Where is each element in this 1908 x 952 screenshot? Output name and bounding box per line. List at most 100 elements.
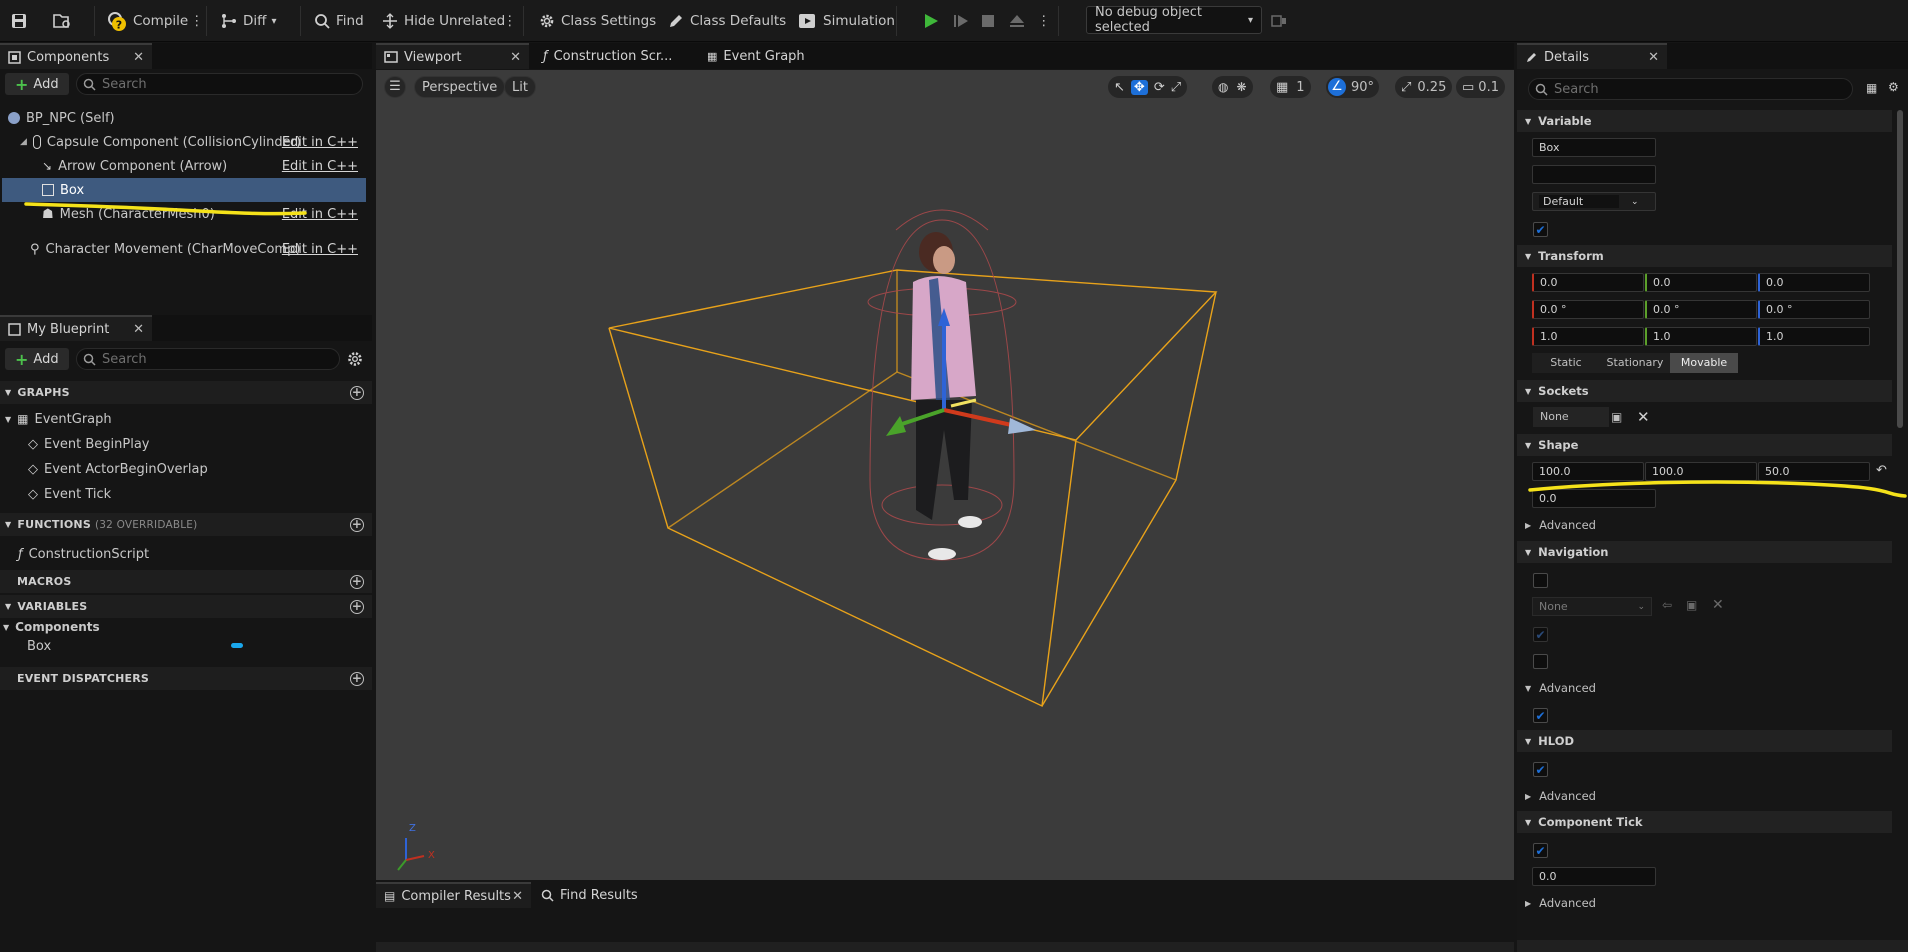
close-icon[interactable]: ✕ — [510, 50, 521, 65]
mobility-static[interactable]: Static — [1532, 353, 1600, 373]
class-settings-button[interactable]: Class Settings — [538, 8, 656, 34]
start-with-tick-checkbox[interactable]: ✔ — [1533, 843, 1548, 858]
section-macros[interactable]: MACROS + — [0, 570, 372, 593]
section-component-tick[interactable]: ▼ Component Tick — [1517, 811, 1892, 833]
tab-details[interactable]: Details ✕ — [1517, 43, 1667, 69]
settings-gear-icon[interactable] — [346, 350, 364, 368]
shape-advanced-toggle[interactable]: ▶ Advanced — [1517, 514, 1892, 536]
section-hlod[interactable]: ▼ HLOD — [1517, 730, 1892, 752]
tooltip-field[interactable] — [1532, 165, 1656, 184]
add-component-button[interactable]: + Add — [5, 73, 69, 95]
eject-button[interactable] — [1008, 8, 1026, 34]
component-self[interactable]: BP_NPC (Self) — [8, 108, 115, 128]
event-beginplay[interactable]: ◇ Event BeginPlay — [28, 434, 150, 454]
section-shape[interactable]: ▼ Shape — [1517, 434, 1892, 456]
edit-in-cpp-link[interactable]: Edit in C++ — [282, 135, 358, 150]
close-icon[interactable]: ✕ — [512, 889, 523, 904]
tab-event-graph[interactable]: ▦ Event Graph — [689, 43, 829, 69]
location-y-field[interactable]: 0.0 — [1645, 273, 1757, 292]
browse-icon[interactable] — [52, 8, 72, 34]
details-search-input[interactable]: Search — [1528, 78, 1853, 100]
location-z-field[interactable]: 0.0 — [1758, 273, 1870, 292]
browse-socket-icon[interactable]: ▣ — [1611, 410, 1622, 424]
add-graph-icon[interactable]: + — [350, 385, 364, 400]
area-class-dropdown[interactable]: None ⌄ — [1532, 597, 1652, 616]
close-icon[interactable]: ✕ — [133, 50, 144, 65]
editable-checkbox[interactable]: ✔ — [1533, 222, 1548, 237]
navigation-checkbox[interactable] — [1533, 573, 1548, 588]
hide-unrelated-options-icon[interactable]: ⋮ — [503, 8, 517, 34]
hlod-advanced-toggle[interactable]: ▶ Advanced — [1517, 785, 1892, 807]
tab-my-blueprint[interactable]: My Blueprint ✕ — [0, 315, 152, 341]
tab-find-results[interactable]: Find Results — [531, 882, 651, 908]
add-dispatcher-icon[interactable]: + — [350, 671, 364, 686]
components-search-input[interactable]: Search — [76, 73, 363, 95]
play-button[interactable] — [922, 8, 940, 34]
gear-icon[interactable]: ⚙ — [1888, 80, 1899, 94]
add-macro-icon[interactable]: + — [350, 574, 364, 589]
play-options-icon[interactable]: ⋮ — [1037, 8, 1051, 34]
add-function-icon[interactable]: + — [350, 517, 364, 532]
variable-name-field[interactable]: Box — [1532, 138, 1656, 157]
location-x-field[interactable]: 0.0 — [1532, 273, 1644, 292]
nav-checkbox-2[interactable] — [1533, 654, 1548, 669]
close-icon[interactable]: ✕ — [1648, 50, 1659, 65]
tick-advanced-toggle[interactable]: ▶ Advanced — [1517, 892, 1892, 914]
category-dropdown[interactable]: Default ⌄ — [1532, 192, 1656, 211]
use-selected-icon[interactable]: ⇦ — [1662, 598, 1672, 612]
details-scrollbar[interactable] — [1897, 110, 1903, 428]
blueprint-search-input[interactable]: Search — [76, 348, 340, 370]
clear-icon[interactable]: ✕ — [1712, 597, 1724, 613]
component-arrow[interactable]: ↘ Arrow Component (Arrow) Edit in C++ — [42, 156, 366, 176]
mobility-movable[interactable]: Movable — [1670, 353, 1738, 373]
event-actorbeginoverlap[interactable]: ◇ Event ActorBeginOverlap — [28, 459, 208, 479]
rotation-z-field[interactable]: 0.0 ° — [1758, 300, 1870, 319]
viewport-canvas[interactable]: ☰ Perspective Lit ↖ ✥ ⟳ ⤢ ◍ ❋ ▦ 1 ∠ 90° … — [376, 70, 1514, 880]
section-functions[interactable]: ▼ FUNCTIONS (32 OVERRIDABLE) + — [0, 513, 372, 536]
tab-construction-script[interactable]: ƒ Construction Scr... — [529, 43, 689, 69]
table-view-icon[interactable]: ▦ — [1866, 81, 1877, 95]
reset-to-default-icon[interactable]: ↶ — [1876, 463, 1887, 478]
variable-box[interactable]: Box — [27, 636, 247, 656]
hide-unrelated-button[interactable]: Hide Unrelated — [381, 8, 505, 34]
compile-options-icon[interactable]: ⋮ — [190, 8, 204, 34]
edit-in-cpp-link[interactable]: Edit in C++ — [282, 242, 358, 257]
section-variable[interactable]: ▼ Variable — [1517, 110, 1892, 132]
variable-category-components[interactable]: ▼ Components — [3, 617, 100, 637]
scale-y-field[interactable]: 1.0 — [1645, 327, 1757, 346]
nav-advanced-checkbox[interactable]: ✔ — [1533, 708, 1548, 723]
section-variables[interactable]: ▼ VARIABLES + — [0, 595, 372, 618]
tab-viewport[interactable]: Viewport ✕ — [376, 43, 529, 69]
find-button[interactable]: Find — [314, 8, 364, 34]
graph-eventgraph[interactable]: ▼ ▦ EventGraph — [5, 409, 112, 429]
tick-interval-field[interactable]: 0.0 — [1532, 867, 1656, 886]
mobility-stationary[interactable]: Stationary — [1600, 353, 1670, 373]
class-defaults-button[interactable]: Class Defaults — [667, 8, 786, 34]
add-blueprint-button[interactable]: + Add — [5, 348, 69, 370]
save-icon[interactable] — [10, 8, 28, 34]
rotation-x-field[interactable]: 0.0 ° — [1532, 300, 1644, 319]
simulation-button[interactable]: Simulation — [798, 8, 895, 34]
add-variable-icon[interactable]: + — [350, 599, 364, 614]
section-event-dispatchers[interactable]: EVENT DISPATCHERS + — [0, 667, 372, 690]
nav-disabled-checkbox[interactable]: ✔ — [1533, 627, 1548, 642]
section-navigation[interactable]: ▼ Navigation — [1517, 541, 1892, 563]
clear-socket-icon[interactable]: ✕ — [1637, 408, 1650, 426]
navigation-advanced-toggle[interactable]: ▼ Advanced — [1517, 677, 1892, 699]
section-transform[interactable]: ▼ Transform — [1517, 245, 1892, 267]
component-capsule[interactable]: ◢ Capsule Component (CollisionCylinder) … — [20, 132, 366, 152]
function-constructionscript[interactable]: ƒ ConstructionScript — [18, 544, 149, 564]
close-icon[interactable]: ✕ — [133, 322, 144, 337]
browse-icon[interactable]: ▣ — [1686, 598, 1697, 612]
scale-z-field[interactable]: 1.0 — [1758, 327, 1870, 346]
edit-in-cpp-link[interactable]: Edit in C++ — [282, 159, 358, 174]
section-sockets[interactable]: ▼ Sockets — [1517, 380, 1892, 402]
component-movement[interactable]: ⚲ Character Movement (CharMoveComp) Edit… — [30, 239, 366, 259]
tab-compiler-results[interactable]: ▤ Compiler Results ✕ — [376, 882, 531, 908]
rotation-y-field[interactable]: 0.0 ° — [1645, 300, 1757, 319]
step-button[interactable] — [952, 8, 970, 34]
stop-button[interactable] — [980, 8, 996, 34]
event-tick[interactable]: ◇ Event Tick — [28, 484, 111, 504]
tab-components[interactable]: Components ✕ — [0, 43, 152, 69]
diff-button[interactable]: Diff ▾ — [220, 8, 276, 34]
